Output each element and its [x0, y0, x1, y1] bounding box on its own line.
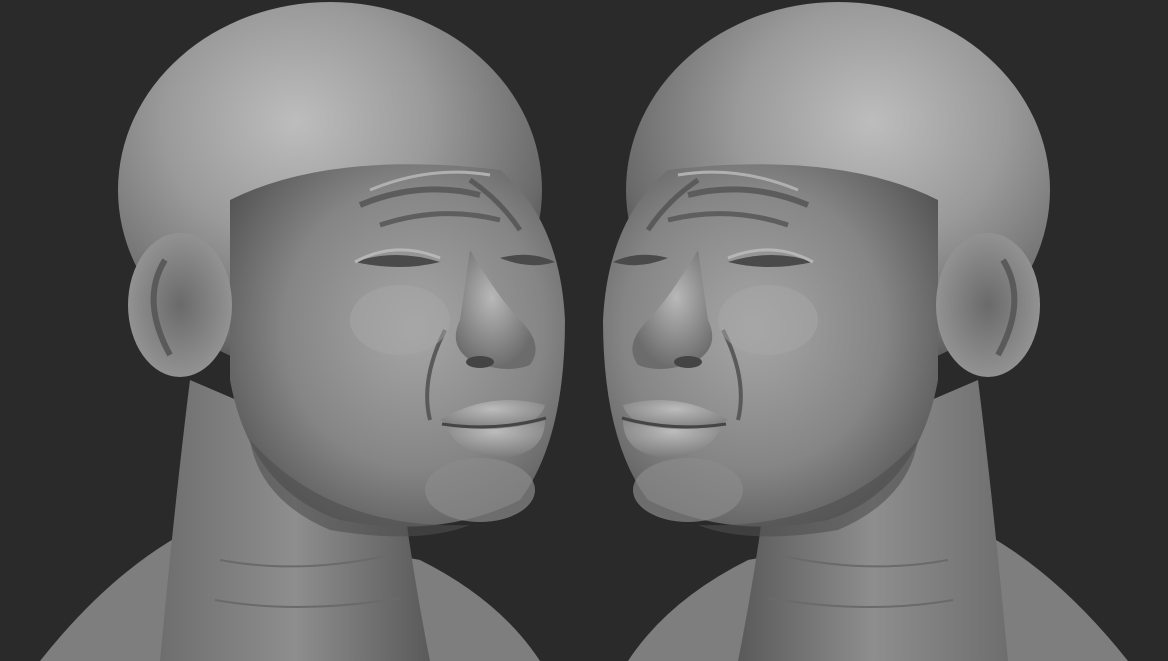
- ear-shape: [936, 233, 1040, 377]
- right-head-sculpt: [603, 2, 1128, 661]
- left-head-sculpt: [40, 2, 565, 661]
- viewport-canvas: [0, 0, 1168, 661]
- left-head-view: [0, 0, 584, 661]
- ear-shape: [128, 233, 232, 377]
- right-head-view: [584, 0, 1168, 661]
